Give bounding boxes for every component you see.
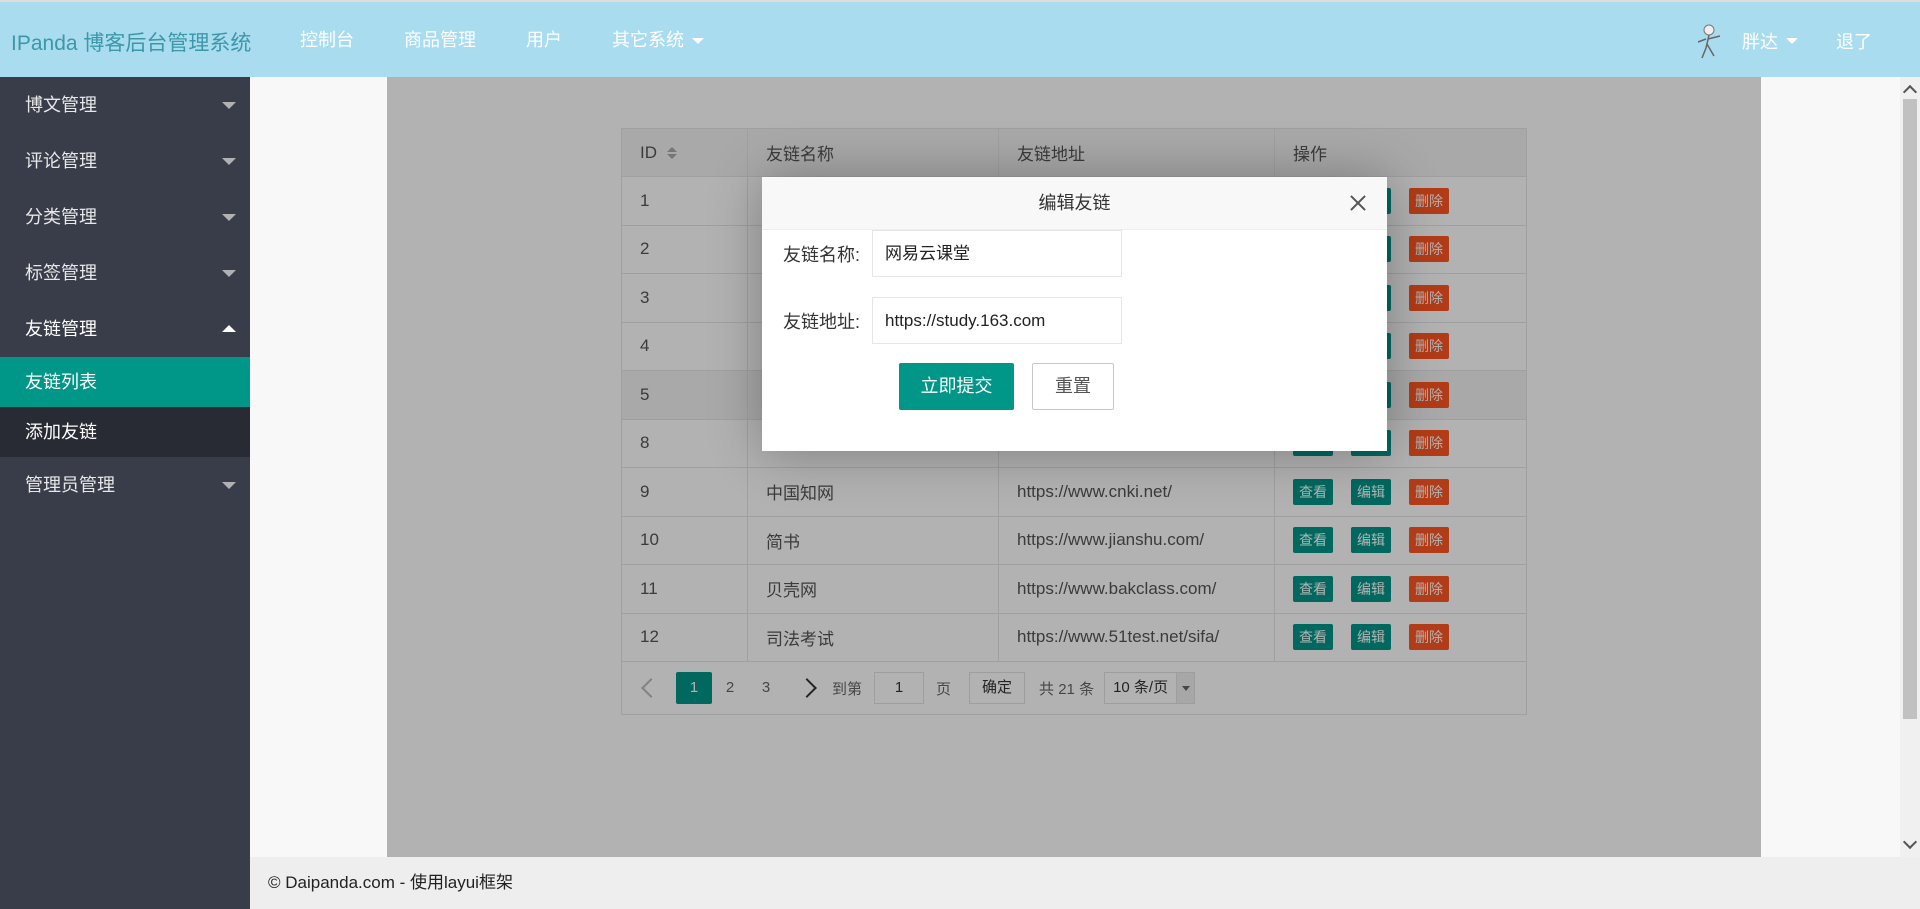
top-nav: 控制台 商品管理 用户 其它系统 xyxy=(300,2,754,79)
nav-users[interactable]: 用户 xyxy=(526,2,562,79)
form-row-name: 友链名称: 网易云课堂 xyxy=(762,230,1122,277)
chevron-down-icon xyxy=(222,270,236,277)
sidebar-item-links[interactable]: 友链管理 xyxy=(0,301,250,357)
sidebar-item-label: 标签管理 xyxy=(25,263,97,283)
sidebar-subitem-add-link[interactable]: 添加友链 xyxy=(0,407,250,457)
sidebar-item-label: 博文管理 xyxy=(25,95,97,115)
form-row-url: 友链地址: https://study.163.com xyxy=(762,297,1122,344)
sidebar-item-tags[interactable]: 标签管理 xyxy=(0,245,250,301)
link-url-label: 友链地址: xyxy=(782,311,860,332)
close-icon[interactable] xyxy=(1349,194,1367,212)
link-name-label: 友链名称: xyxy=(782,244,860,265)
scroll-up-icon[interactable] xyxy=(1902,84,1918,100)
chevron-down-icon xyxy=(222,158,236,165)
link-url-input[interactable]: https://study.163.com xyxy=(872,297,1122,344)
sidebar-item-label: 友链管理 xyxy=(25,319,97,339)
sidebar-item-label: 分类管理 xyxy=(25,207,97,227)
logout-link[interactable]: 退了 xyxy=(1836,28,1872,54)
nav-other-label: 其它系统 xyxy=(612,30,684,50)
chevron-down-icon xyxy=(222,102,236,109)
scroll-down-icon[interactable] xyxy=(1902,834,1918,850)
sidebar-item-label: 评论管理 xyxy=(25,151,97,171)
sidebar-item-posts[interactable]: 博文管理 xyxy=(0,77,250,133)
edit-link-dialog: 编辑友链 友链名称: 网易云课堂 友链地址: https://study.163… xyxy=(762,177,1387,451)
user-area: 胖达 退了 xyxy=(1694,2,1920,79)
nav-products[interactable]: 商品管理 xyxy=(404,2,476,79)
nav-console-label: 控制台 xyxy=(300,30,354,50)
nav-products-label: 商品管理 xyxy=(404,30,476,50)
sidebar: 博文管理 评论管理 分类管理 标签管理 友链管理 友链列表 添加友链 管理员管理 xyxy=(0,77,250,909)
top-header: IPanda 博客后台管理系统 控制台 商品管理 用户 其它系统 胖达 退了 xyxy=(0,0,1920,77)
sidebar-item-admins[interactable]: 管理员管理 xyxy=(0,457,250,513)
dialog-title: 编辑友链 xyxy=(762,177,1387,230)
footer: © Daipanda.com - 使用layui框架 xyxy=(250,857,1920,909)
chevron-down-icon xyxy=(1786,37,1798,44)
nav-other-systems[interactable]: 其它系统 xyxy=(612,2,704,79)
avatar[interactable] xyxy=(1694,22,1724,60)
sidebar-item-label: 管理员管理 xyxy=(25,475,115,495)
link-name-input[interactable]: 网易云课堂 xyxy=(872,230,1122,277)
reset-button[interactable]: 重置 xyxy=(1032,363,1114,410)
user-name: 胖达 xyxy=(1742,31,1778,52)
sidebar-item-categories[interactable]: 分类管理 xyxy=(0,189,250,245)
chevron-down-icon xyxy=(222,214,236,221)
user-menu[interactable]: 胖达 xyxy=(1742,28,1798,54)
chevron-down-icon xyxy=(692,37,704,44)
chevron-down-icon xyxy=(222,482,236,489)
sidebar-item-comments[interactable]: 评论管理 xyxy=(0,133,250,189)
vertical-scrollbar[interactable] xyxy=(1900,77,1920,857)
nav-users-label: 用户 xyxy=(526,30,562,50)
sidebar-subitem-link-list[interactable]: 友链列表 xyxy=(0,357,250,407)
scroll-thumb[interactable] xyxy=(1903,99,1917,719)
submit-button[interactable]: 立即提交 xyxy=(899,363,1014,410)
chevron-up-icon xyxy=(222,325,236,332)
app-logo[interactable]: IPanda 博客后台管理系统 xyxy=(11,27,251,57)
nav-console[interactable]: 控制台 xyxy=(300,2,354,79)
